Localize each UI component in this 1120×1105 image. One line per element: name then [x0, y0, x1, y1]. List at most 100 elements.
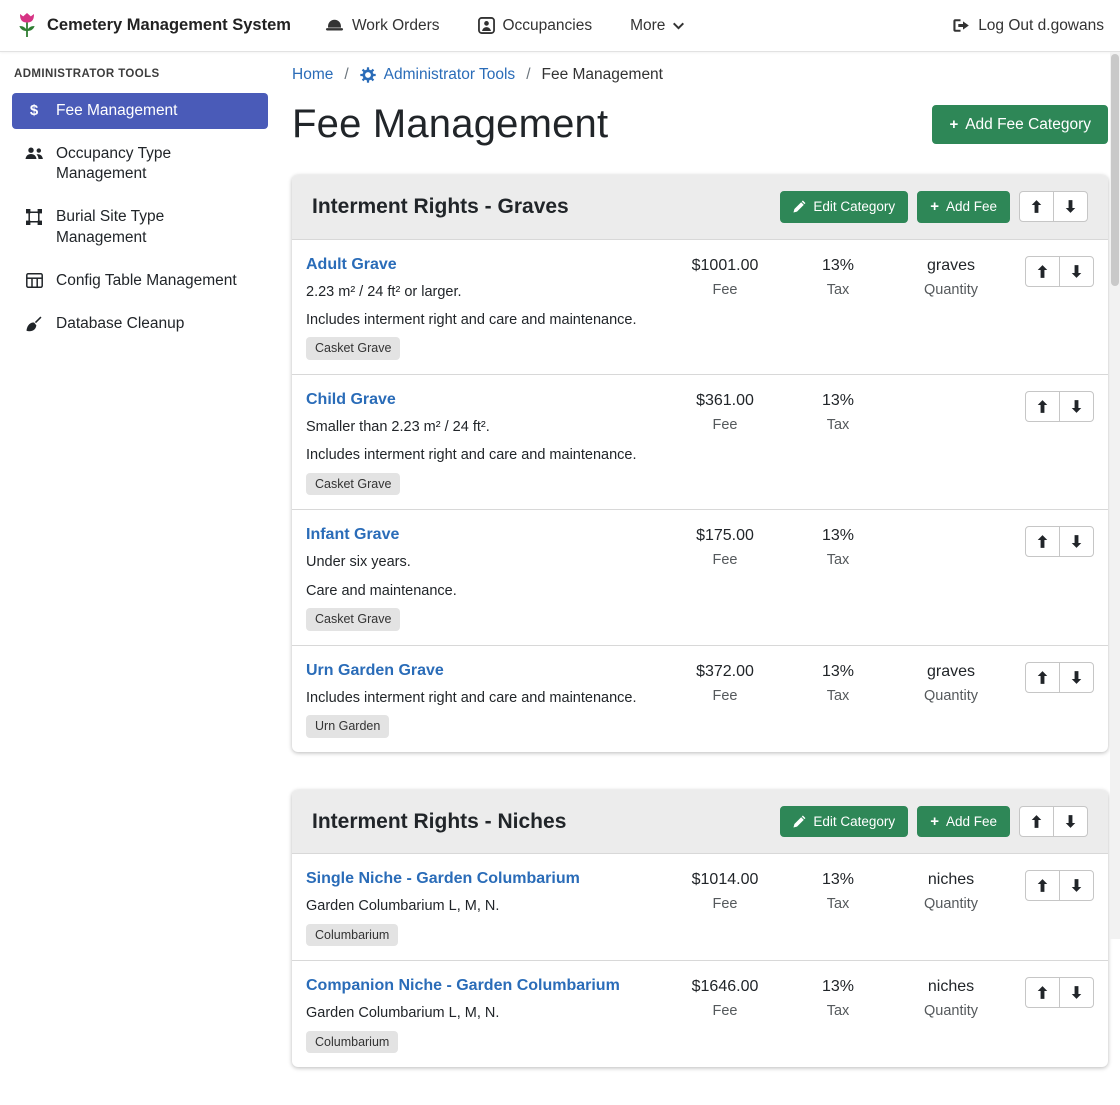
- main-content: Home / Administrator Tools / Fee Managem…: [292, 52, 1108, 1105]
- move-category-up-button[interactable]: [1019, 191, 1054, 222]
- categories-container: Interment Rights - Graves Edit Category …: [292, 175, 1108, 1067]
- fee-description-2: Includes interment right and care and ma…: [306, 444, 662, 466]
- badge-row: Columbarium: [306, 924, 662, 947]
- fee-quantity-col: [896, 391, 1006, 392]
- move-fee-down-button[interactable]: [1059, 870, 1094, 901]
- add-fee-button[interactable]: + Add Fee: [917, 191, 1010, 223]
- fee-amount-label: Fee: [670, 282, 780, 298]
- fee-category-card: Interment Rights - Niches Edit Category …: [292, 790, 1108, 1067]
- breadcrumb-separator: /: [526, 66, 530, 84]
- fee-name-link[interactable]: Companion Niche - Garden Columbarium: [306, 977, 620, 995]
- gear-icon: [360, 67, 376, 83]
- vector-square-icon: [23, 207, 45, 225]
- logout-link[interactable]: Log Out d.gowans: [952, 17, 1104, 35]
- fee-name-link[interactable]: Single Niche - Garden Columbarium: [306, 870, 580, 888]
- scrollbar-thumb[interactable]: [1111, 54, 1119, 286]
- fee-amount-col: $175.00 Fee: [670, 526, 780, 568]
- badge-row: Casket Grave: [306, 608, 662, 631]
- nav-occupancies[interactable]: Occupancies: [478, 17, 593, 35]
- move-fee-down-button[interactable]: [1059, 526, 1094, 557]
- fee-description-1: Includes interment right and care and ma…: [306, 687, 662, 709]
- fee-amount-col: $372.00 Fee: [670, 662, 780, 704]
- edit-category-button[interactable]: Edit Category: [780, 191, 908, 223]
- category-actions: Edit Category + Add Fee: [780, 806, 1088, 838]
- nav-more-dropdown[interactable]: More: [630, 17, 684, 35]
- fee-quantity-col: graves Quantity: [896, 256, 1006, 298]
- fee-quantity-label: Quantity: [896, 282, 1006, 298]
- move-fee-up-button[interactable]: [1025, 662, 1060, 693]
- fee-type-badge: Casket Grave: [306, 337, 400, 360]
- badge-row: Urn Garden: [306, 715, 662, 738]
- fee-rows: Adult Grave 2.23 m² / 24 ft² or larger. …: [292, 239, 1108, 752]
- admin-sidebar: ADMINISTRATOR TOOLS $ Fee Management Occ…: [0, 52, 280, 939]
- fee-amount-col: $1014.00 Fee: [670, 870, 780, 912]
- arrow-down-icon: [1071, 535, 1082, 548]
- app-brand[interactable]: Cemetery Management System: [16, 12, 291, 39]
- move-fee-up-button[interactable]: [1025, 526, 1060, 557]
- breadcrumb-current: Fee Management: [542, 66, 664, 84]
- sidebar-item-occupancy-type-management[interactable]: Occupancy Type Management: [12, 136, 268, 192]
- breadcrumb-admin-tools-link[interactable]: Administrator Tools: [360, 66, 516, 84]
- fee-type-badge: Casket Grave: [306, 473, 400, 496]
- fee-reorder-group: [1025, 526, 1094, 557]
- fee-name-link[interactable]: Child Grave: [306, 391, 396, 409]
- fee-name-link[interactable]: Infant Grave: [306, 526, 399, 544]
- arrow-up-icon: [1037, 535, 1048, 548]
- fee-tax-col: 13% Tax: [788, 662, 888, 704]
- fee-quantity-value: graves: [896, 257, 1006, 275]
- fee-amount-col: $361.00 Fee: [670, 391, 780, 433]
- fee-type-badge: Columbarium: [306, 1031, 398, 1054]
- fee-quantity-col: niches Quantity: [896, 977, 1006, 1019]
- move-fee-down-button[interactable]: [1059, 391, 1094, 422]
- fee-row: Child Grave Smaller than 2.23 m² / 24 ft…: [292, 374, 1108, 509]
- chevron-down-icon: [673, 22, 684, 30]
- move-fee-down-button[interactable]: [1059, 977, 1094, 1008]
- move-fee-up-button[interactable]: [1025, 977, 1060, 1008]
- fee-name-link[interactable]: Adult Grave: [306, 256, 397, 274]
- fee-amount-value: $1646.00: [670, 978, 780, 996]
- category-title: Interment Rights - Graves: [312, 195, 569, 219]
- move-fee-down-button[interactable]: [1059, 256, 1094, 287]
- breadcrumb-separator: /: [344, 66, 348, 84]
- fee-tax-value: 13%: [788, 527, 888, 545]
- fee-amount-col: $1001.00 Fee: [670, 256, 780, 298]
- nav-work-orders[interactable]: Work Orders: [325, 17, 440, 35]
- move-category-down-button[interactable]: [1053, 191, 1088, 222]
- add-fee-button[interactable]: + Add Fee: [917, 806, 1010, 838]
- fee-tax-col: 13% Tax: [788, 391, 888, 433]
- scrollbar[interactable]: [1110, 52, 1120, 939]
- sidebar-item-burial-site-type-management[interactable]: Burial Site Type Management: [12, 199, 268, 255]
- fee-tax-value: 13%: [788, 392, 888, 410]
- breadcrumb-home-link[interactable]: Home: [292, 66, 333, 84]
- arrow-up-icon: [1037, 671, 1048, 684]
- fee-reorder-group: [1025, 662, 1094, 693]
- fee-main: Urn Garden Grave Includes interment righ…: [306, 662, 662, 738]
- sidebar-item-config-table-management[interactable]: Config Table Management: [12, 263, 268, 299]
- add-fee-category-label: Add Fee Category: [965, 117, 1091, 133]
- fee-quantity-label: Quantity: [896, 688, 1006, 704]
- sidebar-heading: ADMINISTRATOR TOOLS: [14, 68, 266, 80]
- move-fee-up-button[interactable]: [1025, 256, 1060, 287]
- fee-type-badge: Urn Garden: [306, 715, 389, 738]
- fee-name-link[interactable]: Urn Garden Grave: [306, 662, 444, 680]
- fee-reorder-group: [1025, 256, 1094, 287]
- fee-description-1: Smaller than 2.23 m² / 24 ft².: [306, 416, 662, 438]
- sidebar-item-fee-management[interactable]: $ Fee Management: [12, 93, 268, 129]
- edit-category-button[interactable]: Edit Category: [780, 806, 908, 838]
- fee-description-1: Garden Columbarium L, M, N.: [306, 895, 662, 917]
- fee-description-2: Includes interment right and care and ma…: [306, 309, 662, 331]
- fee-main: Infant Grave Under six years. Care and m…: [306, 526, 662, 630]
- fee-type-badge: Columbarium: [306, 924, 398, 947]
- move-fee-up-button[interactable]: [1025, 391, 1060, 422]
- tulip-logo-icon: [16, 12, 38, 39]
- move-fee-up-button[interactable]: [1025, 870, 1060, 901]
- add-fee-label: Add Fee: [946, 200, 997, 214]
- add-fee-category-button[interactable]: + Add Fee Category: [932, 105, 1108, 145]
- pencil-icon: [793, 200, 806, 213]
- page-header: Fee Management + Add Fee Category: [292, 102, 1108, 147]
- move-fee-down-button[interactable]: [1059, 662, 1094, 693]
- move-category-down-button[interactable]: [1053, 806, 1088, 837]
- sidebar-item-database-cleanup[interactable]: Database Cleanup: [12, 306, 268, 342]
- move-category-up-button[interactable]: [1019, 806, 1054, 837]
- fee-main: Adult Grave 2.23 m² / 24 ft² or larger. …: [306, 256, 662, 360]
